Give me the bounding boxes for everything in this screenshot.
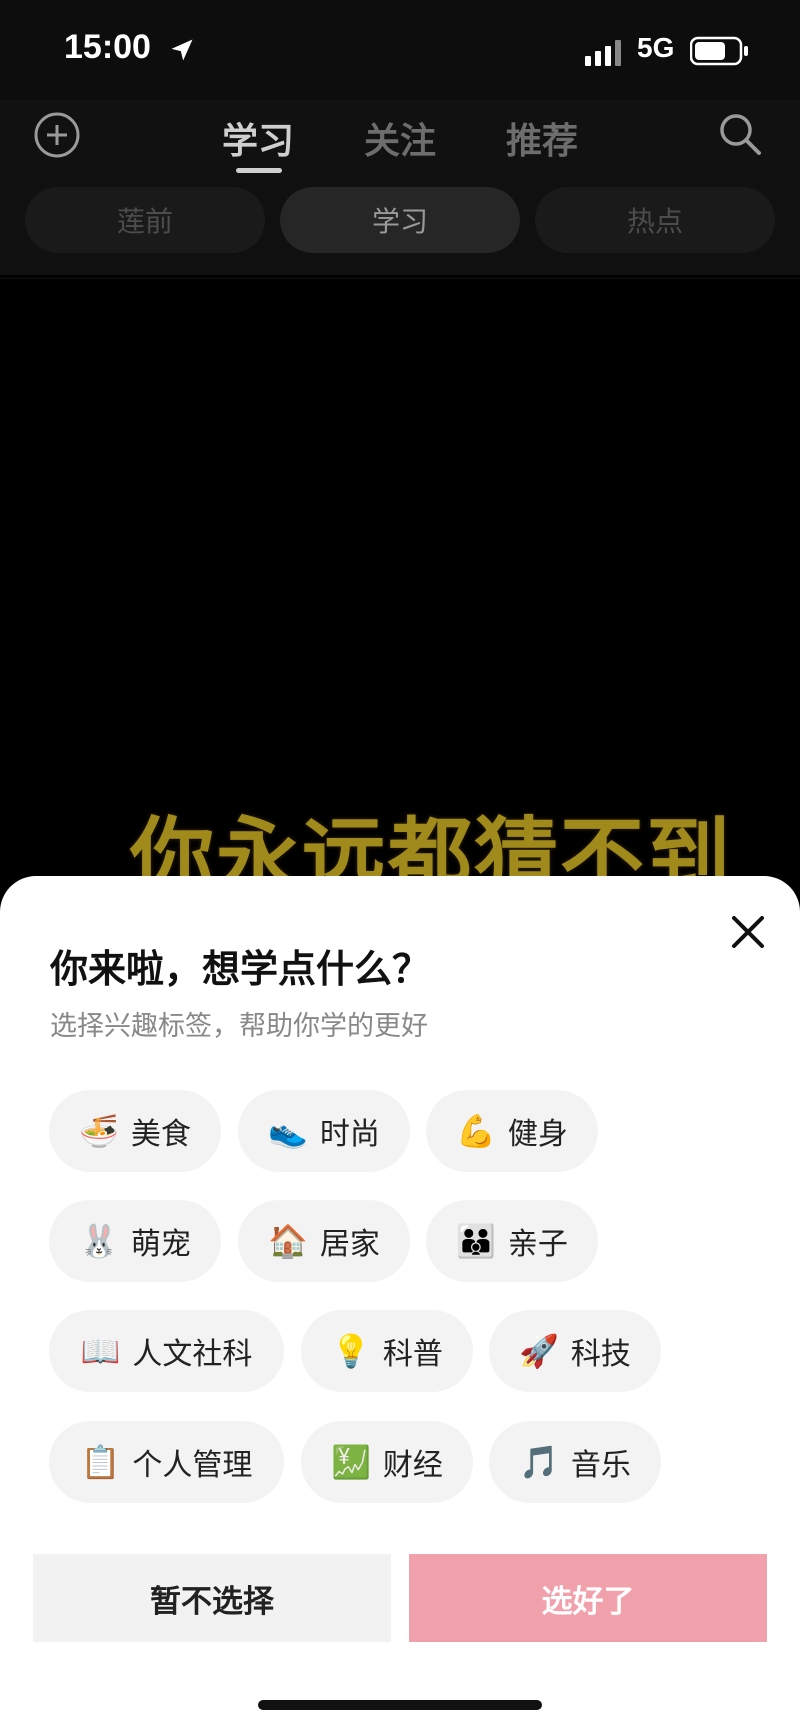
- subnav-pill-lianqian[interactable]: 莲前: [25, 187, 265, 253]
- tag-pets[interactable]: 🐰 萌宠: [49, 1200, 221, 1282]
- tag-food[interactable]: 🍜 美食: [49, 1090, 221, 1172]
- tag-label: 财经: [382, 1448, 443, 1483]
- tag-parenting[interactable]: 👪 亲子: [426, 1200, 598, 1282]
- done-button[interactable]: 选好了: [409, 1554, 767, 1642]
- sneaker-icon: 👟: [268, 1112, 308, 1150]
- tag-music[interactable]: 🎵 音乐: [489, 1421, 661, 1503]
- tag-label: 时尚: [319, 1117, 380, 1152]
- tag-label: 个人管理: [132, 1448, 253, 1483]
- tag-label: 美食: [130, 1117, 191, 1152]
- tag-popular-science[interactable]: 💡 科普: [301, 1310, 473, 1392]
- rabbit-icon: 🐰: [79, 1222, 119, 1260]
- tag-humanities[interactable]: 📖 人文社科: [49, 1310, 284, 1392]
- search-icon[interactable]: [716, 110, 764, 158]
- tag-label: 科技: [570, 1337, 631, 1372]
- close-icon[interactable]: [726, 910, 770, 954]
- tag-label: 萌宠: [130, 1227, 191, 1262]
- location-arrow-icon: [171, 39, 193, 61]
- add-icon[interactable]: [32, 110, 82, 160]
- muscle-icon: 💪: [456, 1112, 496, 1150]
- tag-label: 科普: [382, 1337, 443, 1372]
- active-tab-indicator: [236, 168, 282, 173]
- tag-label: 居家: [319, 1227, 380, 1262]
- tag-label: 健身: [507, 1117, 568, 1152]
- tag-home[interactable]: 🏠 居家: [238, 1200, 410, 1282]
- yen-chart-icon: 💹: [331, 1443, 371, 1481]
- house-icon: 🏠: [268, 1222, 308, 1260]
- tag-finance[interactable]: 💹 财经: [301, 1421, 473, 1503]
- tag-personal-management[interactable]: 📋 个人管理: [49, 1421, 284, 1503]
- tab-study[interactable]: 学习: [222, 112, 294, 164]
- tab-recommend[interactable]: 推荐: [506, 112, 578, 164]
- tag-label: 人文社科: [132, 1337, 253, 1372]
- tag-fashion[interactable]: 👟 时尚: [238, 1090, 410, 1172]
- book-icon: 📖: [80, 1332, 121, 1370]
- family-icon: 👪: [456, 1222, 496, 1260]
- sheet-subtitle: 选择兴趣标签，帮助你学的更好: [50, 1011, 428, 1042]
- noodle-icon: 🍜: [79, 1112, 119, 1150]
- tag-fitness[interactable]: 💪 健身: [426, 1090, 598, 1172]
- home-indicator: [258, 1700, 542, 1710]
- tab-follow[interactable]: 关注: [364, 112, 436, 164]
- music-note-icon: 🎵: [519, 1443, 559, 1481]
- rocket-icon: 🚀: [519, 1332, 559, 1370]
- sheet-title: 你来啦，想学点什么？: [50, 947, 431, 991]
- lightbulb-icon: 💡: [331, 1332, 371, 1370]
- skip-button[interactable]: 暂不选择: [33, 1554, 391, 1642]
- battery-icon: [690, 36, 748, 66]
- clipboard-icon: 📋: [80, 1443, 121, 1481]
- tag-technology[interactable]: 🚀 科技: [489, 1310, 661, 1392]
- signal-icon: [585, 40, 621, 66]
- subnav-pill-hot[interactable]: 热点: [535, 187, 775, 253]
- subnav-pill-study[interactable]: 学习: [280, 187, 520, 253]
- network-type: 5G: [637, 32, 675, 63]
- status-time: 15:00: [64, 28, 151, 66]
- tag-label: 亲子: [507, 1227, 568, 1262]
- tag-label: 音乐: [570, 1448, 631, 1483]
